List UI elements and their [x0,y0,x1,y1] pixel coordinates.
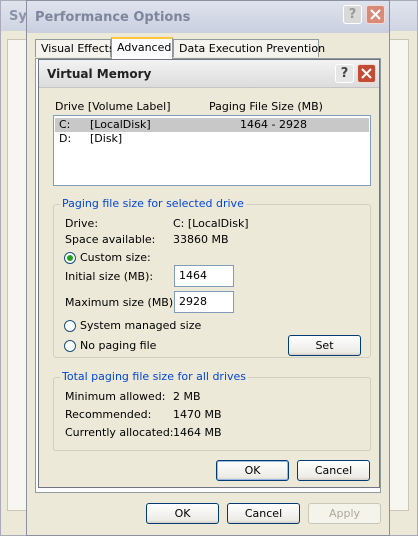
virtual-memory-dialog: Virtual Memory ? Drive [Volume Label] Pa… [38,59,380,488]
currently-allocated-label: Currently allocated: [65,426,174,439]
space-available-label: Space available: [65,233,156,246]
list-header-paging-size: Paging File Size (MB) [209,100,323,113]
drive-value: C: [LocalDisk] [173,217,249,230]
performance-options-title: Performance Options [35,10,191,25]
selected-drive-group: Paging file size for selected drive Driv… [53,197,371,358]
no-paging-file-label[interactable]: No paging file [80,339,156,352]
system-managed-label[interactable]: System managed size [80,319,201,332]
performance-options-titlebar: Performance Options ? [27,1,389,33]
perf-help-button[interactable]: ? [343,5,362,24]
total-paging-group: Total paging file size for all drives Mi… [53,370,371,451]
virtual-memory-titlebar: Virtual Memory ? [39,60,379,88]
drive-label: Drive: [65,217,99,230]
close-icon [361,68,372,79]
maximum-size-label: Maximum size (MB): [65,296,177,309]
vm-ok-button[interactable]: OK [216,460,289,481]
close-icon [370,9,381,20]
no-paging-file-radio[interactable] [64,340,76,352]
custom-size-radio[interactable] [64,252,76,264]
initial-size-label: Initial size (MB): [65,270,154,283]
tab-advanced[interactable]: Advanced [111,37,173,59]
virtual-memory-title: Virtual Memory [47,67,152,81]
perf-apply-button[interactable]: Apply [308,503,381,524]
perf-cancel-button[interactable]: Cancel [227,503,300,524]
selected-drive-group-title: Paging file size for selected drive [60,197,246,210]
help-icon: ? [348,7,357,22]
help-icon: ? [340,66,349,81]
space-available-value: 33860 MB [173,233,229,246]
minimum-allowed-value: 2 MB [173,390,201,403]
drive-letter: D: [59,132,72,145]
minimum-allowed-label: Minimum allowed: [65,390,166,403]
vm-close-button[interactable] [357,64,376,83]
tab-visual-effects[interactable]: Visual Effects [35,39,115,57]
drive-volume-label: [LocalDisk] [90,118,151,131]
vm-help-button[interactable]: ? [335,64,354,83]
drive-list[interactable]: C: [LocalDisk] 1464 - 2928 D: [Disk] [53,115,371,186]
maximum-size-input[interactable]: 2928 [174,291,234,313]
system-managed-radio[interactable] [64,320,76,332]
set-button[interactable]: Set [288,335,361,356]
list-header-drive: Drive [Volume Label] [55,100,171,113]
recommended-label: Recommended: [65,408,152,421]
drive-list-item[interactable]: D: [Disk] [55,132,369,146]
drive-paging-size: 1464 - 2928 [240,118,307,131]
currently-allocated-value: 1464 MB [173,426,222,439]
custom-size-label[interactable]: Custom size: [80,251,151,264]
drive-list-item[interactable]: C: [LocalDisk] 1464 - 2928 [55,118,369,132]
tab-data-execution-prevention[interactable]: Data Execution Prevention [173,39,325,57]
drive-volume-label: [Disk] [90,132,123,145]
total-paging-group-title: Total paging file size for all drives [60,370,249,383]
drive-letter: C: [59,118,71,131]
initial-size-input[interactable]: 1464 [174,265,234,287]
perf-ok-button[interactable]: OK [146,503,219,524]
recommended-value: 1470 MB [173,408,222,421]
perf-close-button[interactable] [366,5,385,24]
vm-cancel-button[interactable]: Cancel [297,460,370,481]
